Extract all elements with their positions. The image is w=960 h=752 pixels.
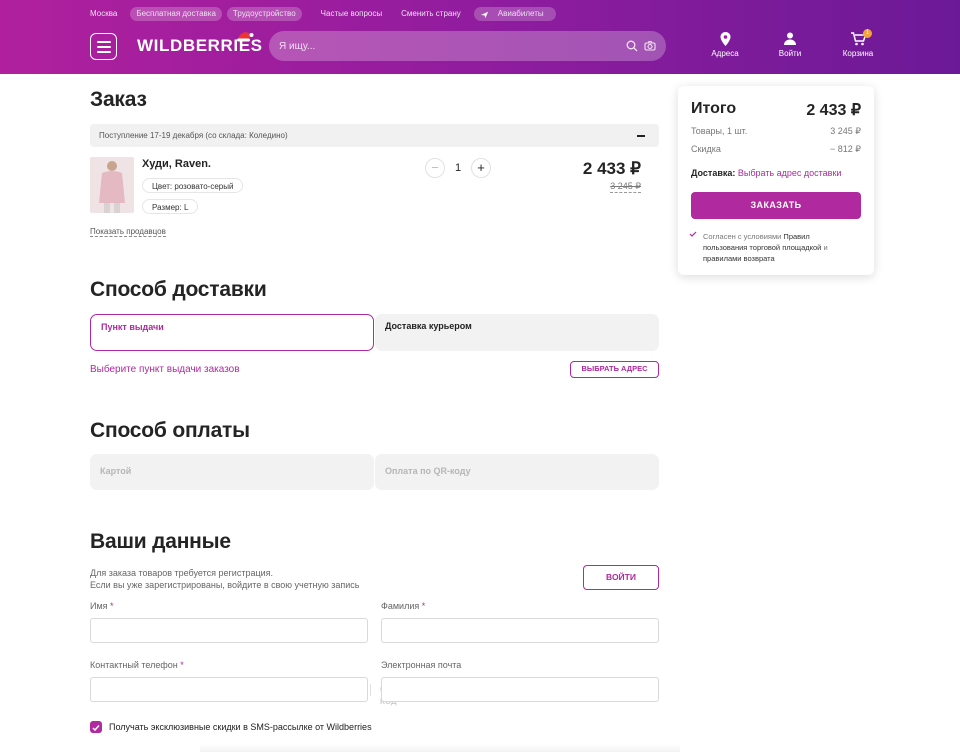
footer-shadow xyxy=(200,744,680,752)
site-header: Москва Бесплатная доставка Трудоустройст… xyxy=(0,0,960,74)
top-nav: Москва Бесплатная доставка Трудоустройст… xyxy=(90,7,556,21)
color-chip: Цвет: розовато-серый xyxy=(142,178,244,193)
registration-note-line2: Если вы уже зарегистрированы, войдите в … xyxy=(90,580,360,590)
choose-address-button[interactable]: ВЫБРАТЬ АДРЕС xyxy=(570,361,659,378)
order-summary-card: Итого 2 433 ₽ Товары, 1 шт. 3 245 ₽ Скид… xyxy=(678,86,874,275)
phone-field[interactable]: ОТПРАВИТЬ КОД xyxy=(90,677,429,706)
product-old-price: 3 245 ₽ xyxy=(610,181,641,193)
first-name-label-text: Имя xyxy=(90,601,108,611)
sms-checkbox-label[interactable]: Получать эксклюзивные скидки в SMS-рассы… xyxy=(109,722,372,732)
supply-bar: Поступление 17-19 декабря (со склада: Ко… xyxy=(90,124,659,147)
login-button[interactable]: Войти xyxy=(765,32,815,58)
city-selector[interactable]: Москва xyxy=(90,7,117,21)
decrease-quantity-button[interactable]: − xyxy=(425,158,445,178)
last-name-label-text: Фамилия xyxy=(381,601,420,611)
camera-icon[interactable] xyxy=(644,40,656,52)
goods-value: 3 245 ₽ xyxy=(830,126,861,136)
tab-courier[interactable]: Доставка курьером xyxy=(375,314,659,351)
menu-line xyxy=(96,50,111,53)
payment-title: Способ оплаты xyxy=(90,419,250,442)
phone-label: Контактный телефон * xyxy=(90,660,184,670)
payment-qr-option[interactable]: Оплата по QR-коду xyxy=(375,454,659,490)
santa-hat-icon xyxy=(237,32,254,42)
increase-quantity-button[interactable]: + xyxy=(471,158,491,178)
email-field[interactable] xyxy=(381,677,659,702)
order-title: Заказ xyxy=(90,88,147,111)
nav-avia[interactable]: Авиабилеты xyxy=(473,7,556,21)
place-order-button[interactable]: ЗАКАЗАТЬ xyxy=(691,192,861,219)
goods-row: Товары, 1 шт. 3 245 ₽ xyxy=(691,126,861,136)
menu-line xyxy=(96,45,111,48)
email-label: Электронная почта xyxy=(381,660,462,670)
required-mark: * xyxy=(421,601,426,611)
collapse-icon[interactable] xyxy=(637,135,645,137)
quantity-value: 1 xyxy=(454,162,462,174)
required-mark: * xyxy=(110,601,114,611)
plane-icon xyxy=(480,11,488,18)
discount-row: Скидка − 812 ₽ xyxy=(691,144,861,154)
menu-line xyxy=(96,40,111,43)
last-name-field[interactable] xyxy=(381,618,659,643)
discount-label: Скидка xyxy=(691,144,721,154)
user-icon xyxy=(784,32,796,45)
user-login-button[interactable]: ВОЙТИ xyxy=(583,565,659,590)
first-name-label: Имя * xyxy=(90,601,114,611)
required-mark: * xyxy=(180,660,184,670)
cart-count-badge: 1 xyxy=(863,29,872,38)
addresses-button[interactable]: Адреса xyxy=(700,32,750,58)
goods-label: Товары, 1 шт. xyxy=(691,126,748,136)
delivery-label: Доставка: xyxy=(691,168,736,178)
show-sellers-link[interactable]: Показать продавцов xyxy=(90,227,166,237)
summary-total: 2 433 ₽ xyxy=(806,102,861,119)
tab-pickup[interactable]: Пункт выдачи xyxy=(90,314,374,351)
registration-note: Для заказа товаров требуется регистрация… xyxy=(90,567,360,591)
nav-jobs[interactable]: Трудоустройство xyxy=(226,7,302,21)
agree-and: и xyxy=(823,243,828,252)
nav-change-country[interactable]: Сменить страну xyxy=(395,7,467,21)
cart-button[interactable]: 1 Корзина xyxy=(833,29,883,58)
choose-delivery-address-link[interactable]: Выбрать адрес доставки xyxy=(738,168,842,178)
search-bar xyxy=(269,31,666,61)
search-icon[interactable] xyxy=(626,40,638,52)
summary-title: Итого xyxy=(691,100,737,117)
first-name-field[interactable] xyxy=(90,618,368,643)
registration-note-line1: Для заказа товаров требуется регистрация… xyxy=(90,568,274,578)
search-input[interactable] xyxy=(279,31,609,61)
agree-check-icon[interactable] xyxy=(689,231,697,237)
payment-card-option[interactable]: Картой xyxy=(90,454,374,490)
nav-avia-label: Авиабилеты xyxy=(497,9,544,18)
agreement-text: Согласен с условиями Правил пользования … xyxy=(703,231,853,264)
nav-free-delivery[interactable]: Бесплатная доставка xyxy=(130,7,222,21)
agree-prefix: Согласен с условиями xyxy=(703,232,782,241)
discount-value: − 812 ₽ xyxy=(830,144,861,154)
product-price: 2 433 ₽ xyxy=(582,159,641,178)
delivery-title: Способ доставки xyxy=(90,278,267,301)
hoodie-photo xyxy=(90,157,134,213)
size-chip: Размер: L xyxy=(142,199,199,214)
addresses-label: Адреса xyxy=(711,49,739,58)
last-name-label: Фамилия * xyxy=(381,601,425,611)
checkmark-icon xyxy=(92,725,100,732)
sms-checkbox[interactable] xyxy=(90,721,102,733)
delivery-row: Доставка: Выбрать адрес доставки xyxy=(691,168,841,178)
user-data-title: Ваши данные xyxy=(90,530,231,553)
login-label: Войти xyxy=(778,49,802,58)
product-name[interactable]: Худи, Raven. xyxy=(142,158,211,170)
return-rules-link[interactable]: правилами возврата xyxy=(703,254,775,263)
nav-faq[interactable]: Частые вопросы xyxy=(315,7,388,21)
menu-button[interactable] xyxy=(90,33,117,60)
product-image[interactable] xyxy=(90,157,134,213)
phone-label-text: Контактный телефон xyxy=(90,660,178,670)
supply-text: Поступление 17-19 декабря (со склада: Ко… xyxy=(99,131,288,140)
choose-pickup-point-link[interactable]: Выберите пункт выдачи заказов xyxy=(90,364,240,375)
location-pin-icon xyxy=(720,32,730,46)
cart-label: Корзина xyxy=(842,49,874,58)
